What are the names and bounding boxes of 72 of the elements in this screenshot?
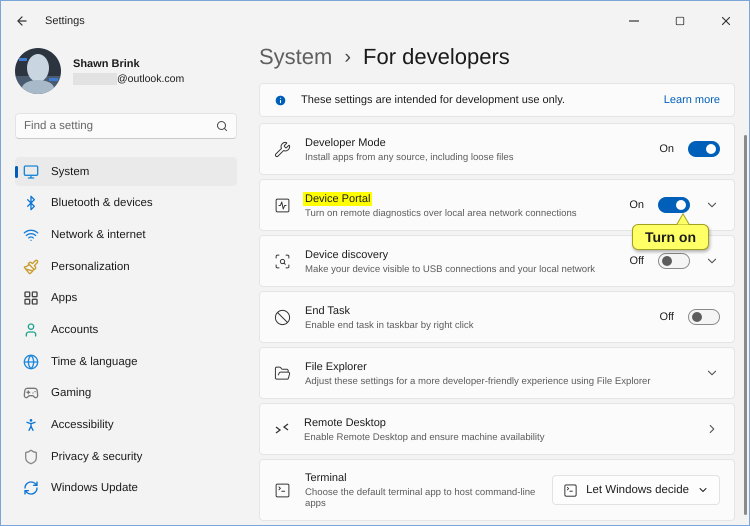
sidebar-item[interactable]: Accounts — [15, 315, 237, 344]
window-title: Settings — [45, 15, 85, 27]
refresh-icon — [23, 480, 39, 496]
info-icon — [274, 94, 287, 107]
setting-title: Terminal — [304, 471, 348, 485]
close-icon — [719, 14, 733, 28]
setting-title: Device Portal — [303, 192, 372, 206]
setting-description: Choose the default terminal app to host command-line apps — [305, 487, 536, 509]
sidebar-item[interactable]: System — [15, 157, 237, 186]
paintbrush-icon — [23, 258, 39, 275]
scrollbar[interactable] — [744, 135, 746, 515]
info-text: These settings are intended for development use only. — [301, 94, 566, 106]
toggle-state-label: Off — [660, 311, 674, 323]
shield-icon — [23, 448, 39, 465]
globe-icon — [23, 354, 39, 370]
person-icon — [23, 322, 39, 338]
wrench-icon — [274, 140, 291, 158]
sidebar-item[interactable]: Bluetooth & devices — [15, 188, 237, 218]
setting-card[interactable]: Device Portal Turn on remote diagnostics over local area network connections On — [259, 179, 735, 231]
setting-card[interactable]: File Explorer Adjust these settings for a more developer-friendly experience using File Explorer — [259, 347, 735, 399]
account-name: Shawn Brink — [73, 58, 141, 70]
scan-icon — [274, 252, 291, 270]
terminal-dropdown[interactable]: Let Windows decide — [552, 475, 720, 505]
toggle-switch[interactable] — [688, 141, 720, 157]
grid-icon — [23, 290, 39, 306]
toggle-switch[interactable] — [688, 309, 720, 325]
folder-icon — [274, 364, 291, 382]
minimize-icon — [629, 20, 639, 22]
learn-more-link[interactable]: Learn more — [664, 94, 720, 106]
setting-card[interactable]: End Task Enable end task in taskbar by right click Off — [259, 291, 735, 343]
page-title: For developers — [363, 44, 510, 70]
sidebar-item[interactable]: Accessibility — [15, 410, 237, 440]
setting-title: Device discovery — [304, 248, 390, 262]
sidebar-item[interactable]: Windows Update — [15, 474, 237, 503]
search-field[interactable]: Find a setting — [15, 113, 237, 139]
setting-card[interactable]: Remote Desktop Enable Remote Desktop and ensure machine availability — [259, 403, 735, 455]
breadcrumb-separator: › — [344, 46, 352, 69]
setting-description: Turn on remote diagnostics over local area network connections — [305, 208, 578, 218]
toggle-state-label: On — [629, 199, 644, 211]
gamepad-icon — [23, 385, 39, 402]
tooltip-pointer — [676, 213, 690, 225]
sidebar-item[interactable]: Personalization — [15, 252, 237, 282]
toggle-state-label: On — [659, 143, 674, 155]
setting-card[interactable]: Developer Mode Install apps from any source, including loose files On — [259, 123, 735, 175]
setting-description: Make your device visible to USB connections and your local network — [305, 264, 596, 274]
setting-description: Install apps from any source, including loose files — [305, 152, 515, 162]
sidebar-item[interactable]: Time & language — [15, 347, 237, 376]
breadcrumb-parent[interactable]: System — [259, 44, 332, 70]
ban-icon — [274, 308, 291, 326]
maximize-icon — [675, 16, 685, 26]
sidebar-item[interactable]: Gaming — [15, 378, 237, 408]
setting-title: End Task — [304, 304, 352, 318]
account-email: @outlook.com — [117, 72, 184, 84]
setting-title: File Explorer — [304, 360, 368, 374]
pulse-icon — [274, 196, 291, 214]
setting-description: Adjust these settings for a more developer-friendly experience using File Explorer — [305, 376, 652, 386]
sidebar-item[interactable]: Apps — [15, 284, 237, 313]
setting-description: Enable Remote Desktop and ensure machine availability — [304, 432, 546, 442]
toggle-state-label: Off — [630, 255, 644, 267]
setting-title: Remote Desktop — [303, 416, 387, 430]
toggle-switch[interactable] — [658, 253, 690, 269]
setting-card[interactable]: Terminal Choose the default terminal app to host command-line apps Let Windows decide — [259, 459, 735, 521]
setting-title: Developer Mode — [304, 136, 387, 150]
terminal-icon — [274, 482, 291, 498]
setting-description: Enable end task in taskbar by right click — [305, 320, 475, 330]
toggle-switch[interactable] — [658, 197, 690, 213]
search-icon — [216, 120, 228, 132]
sidebar-item[interactable]: Network & internet — [15, 220, 237, 250]
terminal-icon — [563, 482, 578, 498]
monitor-icon — [23, 164, 39, 180]
sidebar-item[interactable]: Privacy & security — [15, 442, 237, 472]
wifi-icon — [23, 226, 39, 243]
